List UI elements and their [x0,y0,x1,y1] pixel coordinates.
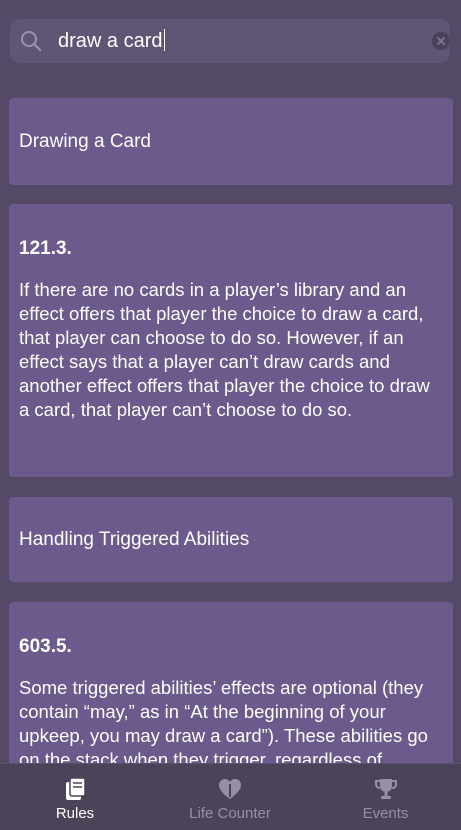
rule-result[interactable]: 603.5. Some triggered abilities’ effects… [9,602,453,763]
tab-life-counter[interactable]: Life Counter [150,764,310,830]
text-caret [163,29,165,52]
clear-search-button[interactable] [432,32,450,50]
rule-number: 121.3. [19,238,72,259]
section-result[interactable]: Drawing a Card [9,98,453,185]
tab-label: Events [362,805,409,822]
tab-label: Rules [55,805,95,822]
heart-icon [219,779,241,799]
rules-book-icon [66,777,86,800]
section-title: Handling Triggered Abilities [19,528,250,550]
rule-number: 603.5. [19,636,72,657]
bottom-tab-bar: Rules Life Counter Events [0,763,461,830]
tab-rules[interactable]: Rules [0,764,150,830]
trophy-icon [374,779,397,799]
tab-events[interactable]: Events [310,764,461,830]
results-list[interactable]: Drawing a Card 121.3. If there are no ca… [0,77,461,763]
search-icon [21,31,42,52]
section-title: Drawing a Card [19,130,151,152]
rule-text: If there are no cards in a player’s libr… [19,279,430,420]
section-result[interactable]: Handling Triggered Abilities [9,497,453,582]
search-query-text: draw a card [58,30,163,52]
search-bar[interactable]: draw a card [10,19,450,63]
search-input[interactable]: draw a card [58,19,165,63]
tab-label: Life Counter [189,805,271,822]
rule-text: Some triggered abilities’ effects are op… [19,677,428,763]
clear-icon [437,37,445,45]
rule-result[interactable]: 121.3. If there are no cards in a player… [9,204,453,477]
